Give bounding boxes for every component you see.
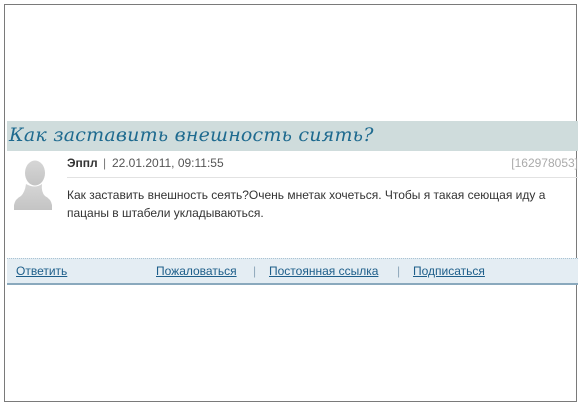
post-date: 22.01.2011, 09:11:55 bbox=[112, 156, 224, 170]
action-separator: | bbox=[253, 264, 257, 278]
question-body: Как заставить внешность сеять?Очень мнет… bbox=[67, 188, 546, 220]
question-title-bar: Как заставить внешность сиять? bbox=[7, 121, 578, 151]
permalink-link[interactable]: Постоянная ссылка bbox=[269, 264, 378, 278]
reply-link[interactable]: Ответить bbox=[16, 264, 67, 278]
subscribe-link[interactable]: Подписаться bbox=[413, 264, 485, 278]
question-title: Как заставить внешность сиять? bbox=[9, 124, 374, 146]
action-separator: | bbox=[397, 264, 401, 278]
default-avatar-silhouette-icon bbox=[14, 160, 52, 210]
author-name[interactable]: Эппл bbox=[67, 156, 98, 170]
actions-bar: Ответить Пожаловаться | Постоянная ссылк… bbox=[7, 258, 578, 285]
complain-link[interactable]: Пожаловаться bbox=[156, 264, 237, 278]
meta-divider bbox=[67, 177, 578, 178]
post-id: [162978053] bbox=[511, 156, 578, 170]
question-meta: Эппл | 22.01.2011, 09:11:55 [162978053] bbox=[67, 156, 578, 176]
meta-separator: | bbox=[103, 156, 107, 170]
avatar bbox=[13, 158, 53, 210]
